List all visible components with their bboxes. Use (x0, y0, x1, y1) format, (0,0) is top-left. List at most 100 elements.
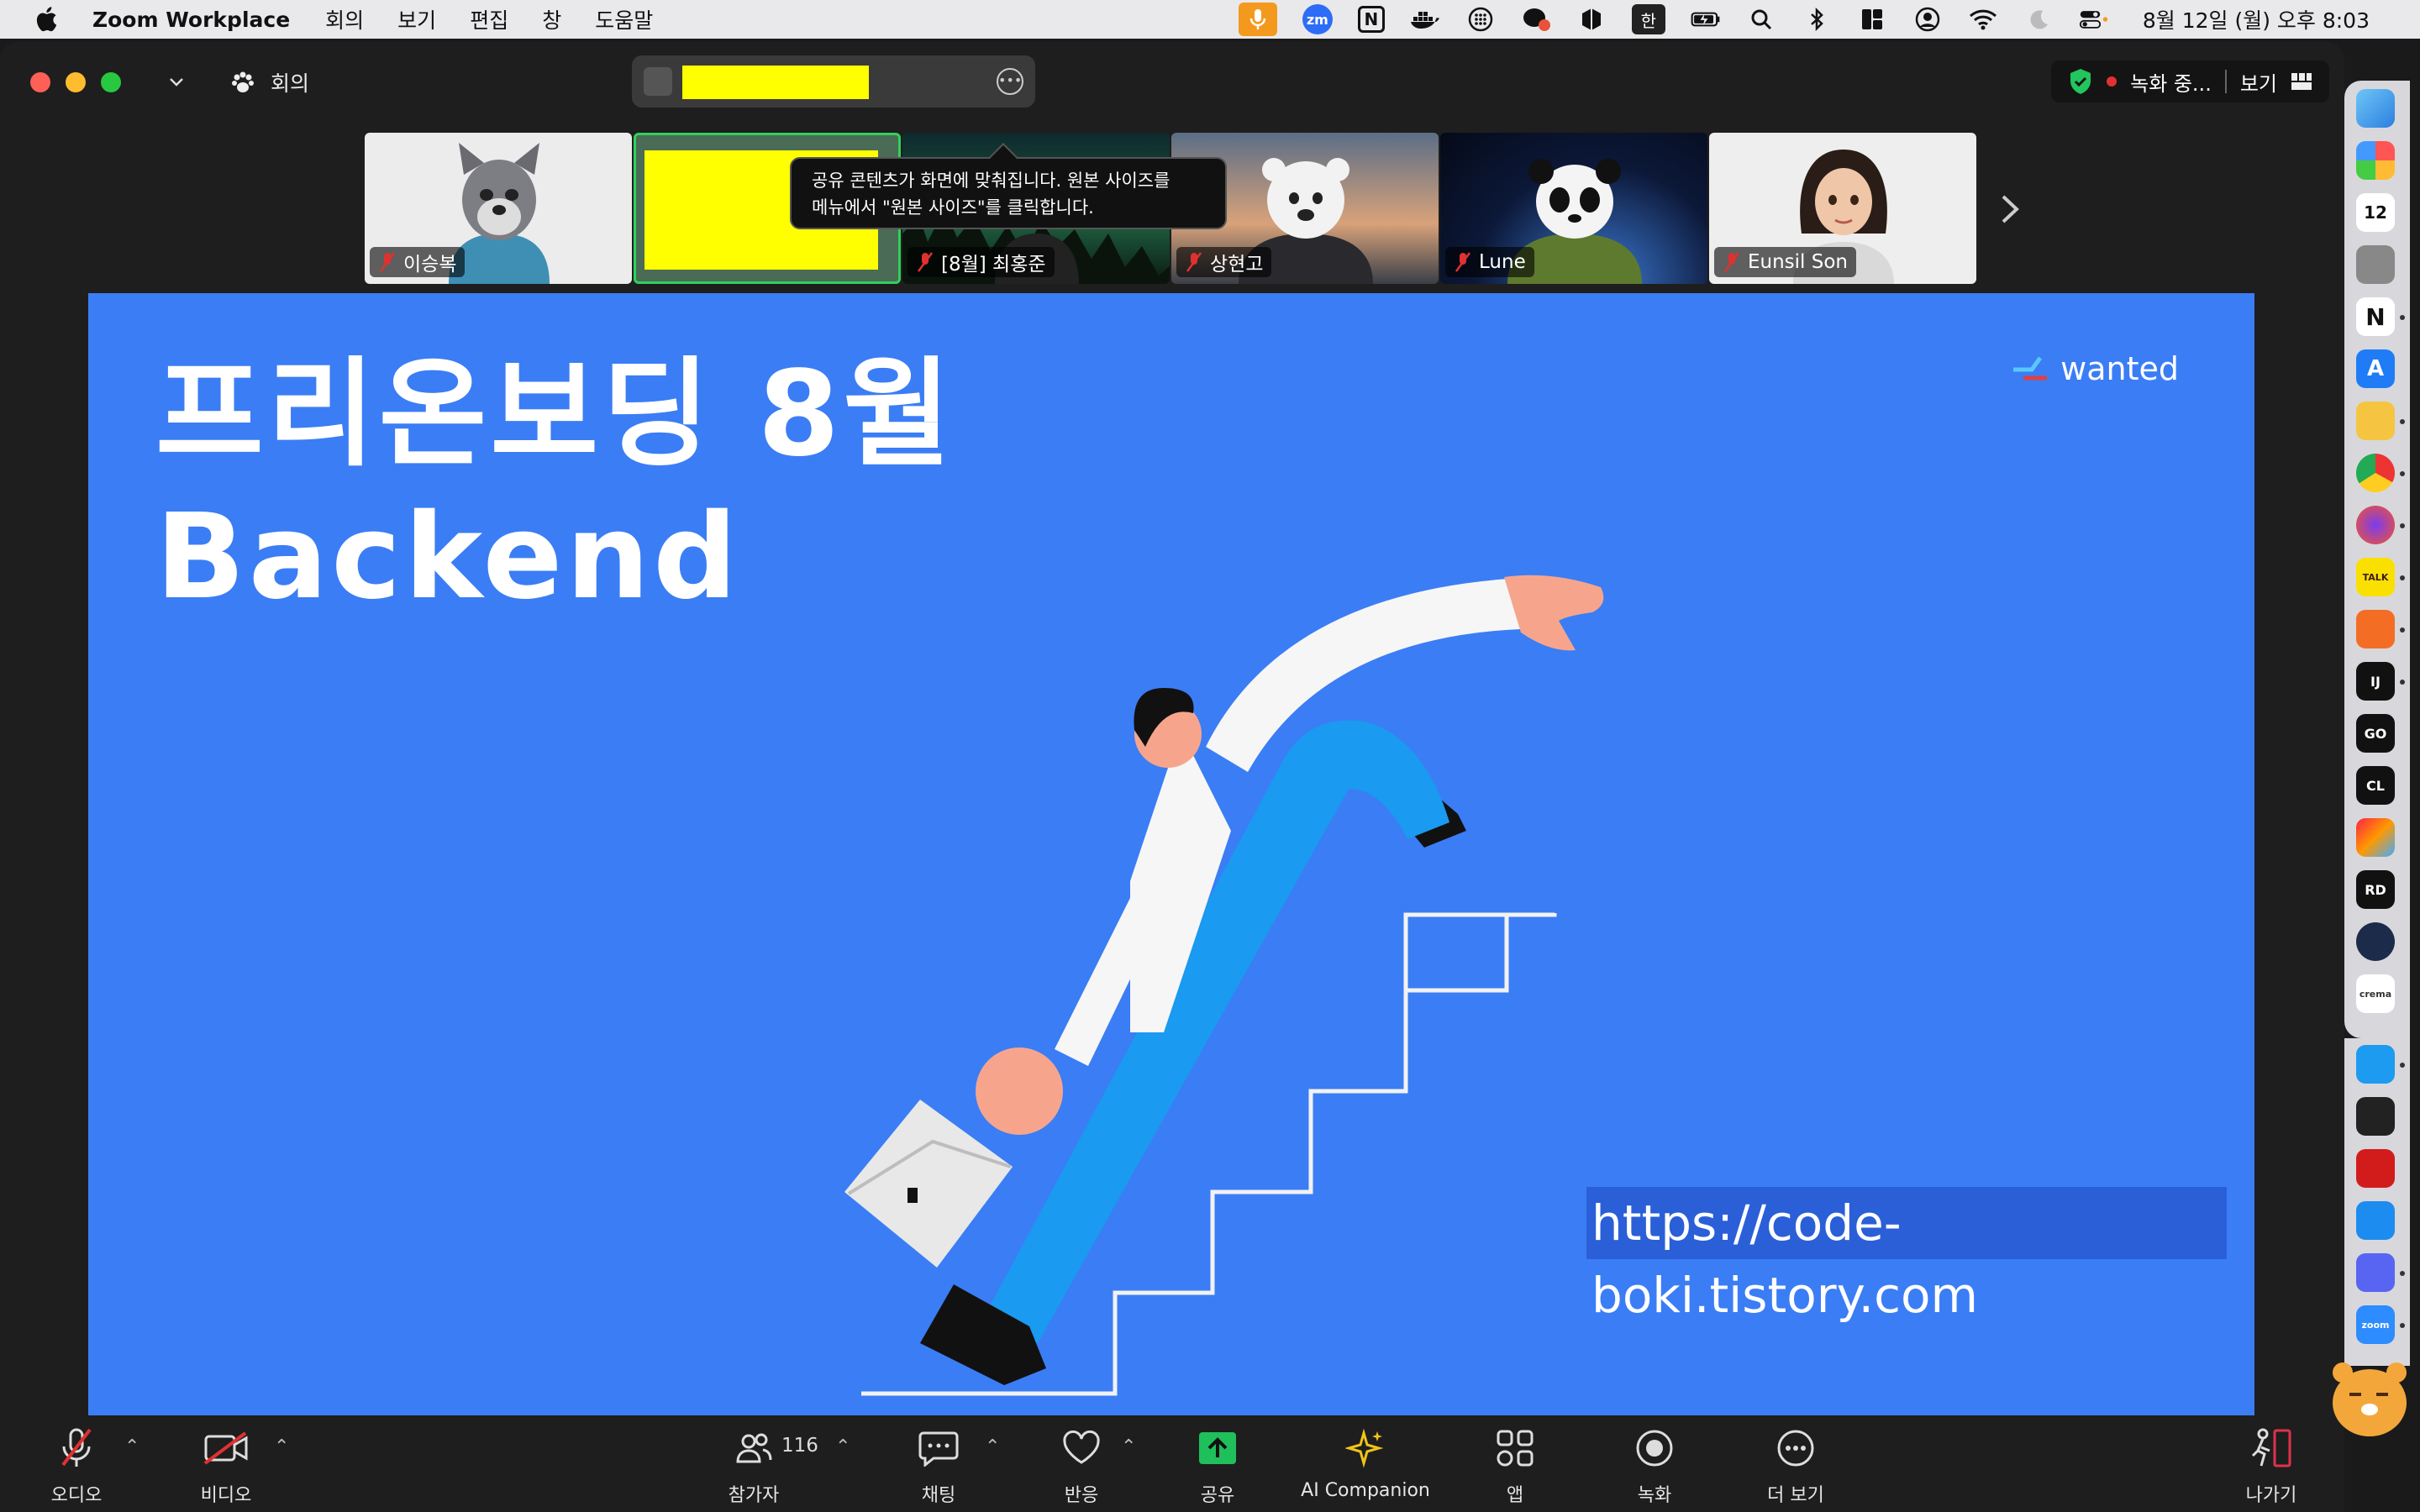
participant-tile[interactable]: 이승복 (365, 133, 632, 284)
audio-options-caret-icon[interactable]: ⌃ (124, 1436, 139, 1457)
redacted-speaker-name (682, 66, 869, 99)
battery-charging-icon[interactable] (1691, 4, 1721, 34)
docker-icon[interactable] (1410, 4, 1440, 34)
slide-title-line-1: 프리온보딩 8월 (155, 346, 955, 483)
ai-companion-button[interactable]: AI Companion (1301, 1425, 1430, 1501)
kakaotalk-icon[interactable]: TALK (2356, 558, 2395, 596)
crema-icon[interactable]: crema (2356, 974, 2395, 1013)
zoom-titlebar: 회의 ••• 녹화 중... 보기 (0, 42, 2344, 123)
share-screen-button[interactable]: 공유 (1155, 1425, 1281, 1507)
view-button-label[interactable]: 보기 (2240, 67, 2277, 97)
discord-icon[interactable] (2356, 1253, 2395, 1292)
meeting-menu[interactable]: 회의 (168, 67, 309, 97)
record-label: 녹화 (1637, 1485, 1672, 1506)
record-icon (1631, 1425, 1678, 1472)
window-layout-icon[interactable] (1857, 4, 1887, 34)
video-button[interactable]: 비디오 (163, 1425, 289, 1507)
window-minimize-button[interactable] (66, 72, 86, 92)
video-label: 비디오 (200, 1485, 252, 1506)
apple-logo-icon[interactable] (34, 5, 62, 34)
control-center-icon[interactable] (2079, 4, 2109, 34)
running-indicator (2400, 627, 2405, 633)
gallery-grid-icon[interactable] (2291, 72, 2312, 91)
paw-icon (232, 71, 254, 92)
keypad-dock-icon[interactable] (2356, 922, 2395, 961)
encryption-shield-icon[interactable] (2068, 67, 2093, 96)
finder-icon[interactable] (2356, 89, 2395, 128)
reactions-options-caret-icon[interactable]: ⌃ (1121, 1436, 1136, 1457)
cube-app-icon[interactable] (1576, 4, 1607, 34)
mic-muted-icon (379, 252, 396, 272)
menu-view[interactable]: 보기 (397, 4, 436, 34)
keynote-icon[interactable] (2356, 1201, 2395, 1240)
clion-icon[interactable]: CL (2356, 766, 2395, 805)
participant-tile[interactable]: Lune (1440, 133, 1707, 284)
docker-dock-icon[interactable] (2356, 1045, 2395, 1084)
bluetooth-icon[interactable] (1802, 4, 1832, 34)
chat-button[interactable]: 채팅 (876, 1425, 1002, 1507)
activity-monitor-icon[interactable] (2356, 1097, 2395, 1136)
chat-options-caret-icon[interactable]: ⌃ (985, 1436, 1000, 1457)
system-settings-icon[interactable] (2356, 245, 2395, 284)
zoom-dock-icon[interactable]: zoom (2356, 1305, 2395, 1344)
input-method-icon[interactable]: 한 (1631, 4, 1665, 34)
app-name-menu[interactable]: Zoom Workplace (92, 8, 290, 32)
meeting-controls-toolbar: 오디오 ⌃ 비디오 ⌃ 참가자 116 ⌃ 채팅 ⌃ 반응 ⌃ 공유 AI Co… (0, 1418, 2344, 1512)
running-indicator (2400, 315, 2405, 320)
firefox-icon[interactable] (2356, 506, 2395, 544)
recording-status-label[interactable]: 녹화 중... (2130, 67, 2212, 97)
running-indicator (2400, 471, 2405, 476)
video-options-caret-icon[interactable]: ⌃ (274, 1436, 289, 1457)
notion-tray-icon[interactable]: N (1357, 6, 1385, 33)
record-button[interactable]: 녹화 (1591, 1425, 1718, 1507)
participant-name-tag: 이승복 (370, 247, 466, 277)
menu-help[interactable]: 도움말 (595, 4, 653, 34)
zoom-meeting-window: 회의 ••• 녹화 중... 보기 공유 콘텐츠가 화면에 맞춰집니다. 원본 … (0, 42, 2344, 1512)
microphone-in-use-icon[interactable] (1238, 3, 1277, 36)
wifi-icon[interactable] (1968, 4, 1998, 34)
participants-options-caret-icon[interactable]: ⌃ (835, 1436, 850, 1457)
postman-icon[interactable] (2356, 610, 2395, 648)
menubar-clock[interactable]: 8월 12일 (월) 오후 8:03 (2143, 4, 2370, 34)
more-button[interactable]: 더 보기 (1733, 1425, 1859, 1507)
more-options-icon[interactable]: ••• (997, 68, 1023, 95)
intellij-icon[interactable]: IJ (2356, 662, 2395, 701)
chevron-right-icon[interactable] (1993, 188, 2027, 230)
menu-meeting[interactable]: 회의 (325, 4, 364, 34)
leave-button[interactable]: 나가기 (2208, 1425, 2334, 1507)
apps-grid-icon (1491, 1425, 1539, 1472)
participant-count: 116 (781, 1435, 818, 1457)
apps-button[interactable]: 앱 (1452, 1425, 1578, 1507)
slide-title: 프리온보딩 8월 Backend (155, 344, 955, 629)
app-store-icon[interactable]: A (2356, 349, 2395, 388)
more-label: 더 보기 (1767, 1485, 1824, 1506)
jetbrains-toolbox-icon[interactable] (2356, 818, 2395, 857)
rider-icon[interactable]: RD (2356, 870, 2395, 909)
ai-companion-label: AI Companion (1301, 1480, 1430, 1501)
waveform-app-icon[interactable] (2356, 402, 2395, 440)
participant-tile[interactable]: Eunsil Son (1709, 133, 1976, 284)
keypad-icon[interactable] (1465, 4, 1496, 34)
zoom-tray-icon[interactable]: zm (1302, 4, 1333, 34)
chrome-icon[interactable] (2356, 454, 2395, 492)
audio-label: 오디오 (50, 1485, 103, 1506)
audio-button[interactable]: 오디오 (13, 1425, 139, 1507)
goland-icon[interactable]: GO (2356, 714, 2395, 753)
menu-edit[interactable]: 편집 (470, 4, 508, 34)
active-speaker-pill[interactable]: ••• (632, 55, 1035, 108)
notion-dock-icon[interactable]: N (2356, 297, 2395, 336)
acrobat-icon[interactable] (2356, 1149, 2395, 1188)
divider (2224, 70, 2227, 93)
participant-name: Lune (1479, 251, 1526, 273)
messenger-icon[interactable] (1521, 4, 1551, 34)
sparkle-icon (1342, 1425, 1389, 1472)
participant-name: [8월] 최홍준 (941, 254, 1046, 276)
launchpad-icon[interactable] (2356, 141, 2395, 180)
window-close-button[interactable] (30, 72, 50, 92)
user-account-icon[interactable] (1912, 4, 1943, 34)
calendar-icon[interactable]: 12 (2356, 193, 2395, 232)
spotlight-search-icon[interactable] (1746, 4, 1776, 34)
window-zoom-button[interactable] (101, 72, 121, 92)
do-not-disturb-moon-icon[interactable] (2023, 4, 2054, 34)
menu-window[interactable]: 창 (542, 4, 561, 34)
